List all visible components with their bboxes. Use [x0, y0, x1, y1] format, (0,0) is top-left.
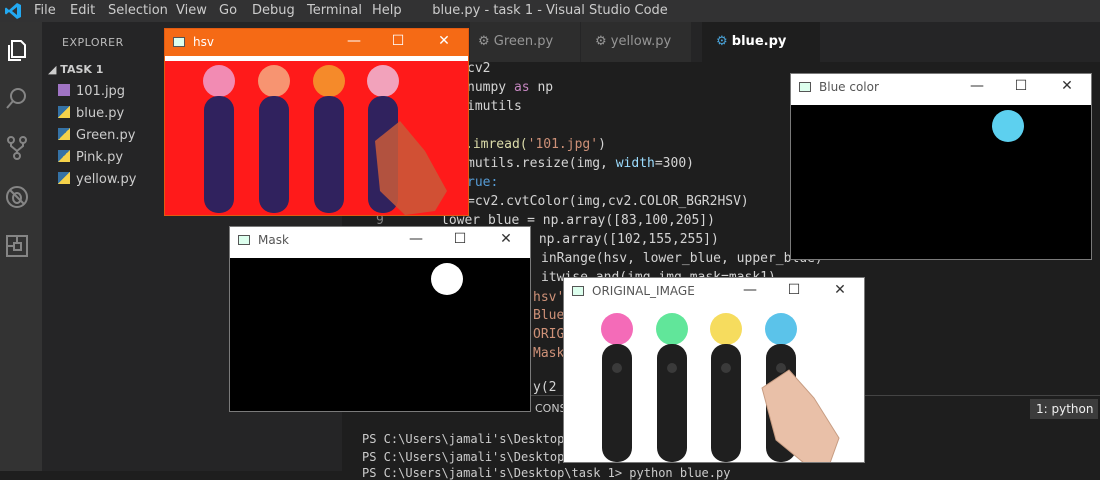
- file-item-101jpg[interactable]: 101.jpg: [58, 81, 125, 103]
- hsv-image: [165, 61, 468, 215]
- window-titlebar[interactable]: Blue color — ☐ ✕: [791, 74, 1091, 101]
- original-image-canvas: [564, 308, 864, 462]
- file-label: Pink.py: [76, 150, 124, 165]
- close-icon[interactable]: ✕: [832, 282, 848, 298]
- window-titlebar[interactable]: ORIGINAL_IMAGE — ☐ ✕: [564, 278, 864, 305]
- tab-label: blue.py: [731, 34, 787, 49]
- extensions-icon[interactable]: [4, 233, 30, 259]
- file-item-blue-py[interactable]: blue.py: [58, 103, 124, 125]
- code-line: ORIG: [533, 327, 565, 342]
- files-icon[interactable]: [4, 37, 30, 63]
- window-title: Mask: [258, 233, 289, 247]
- close-icon[interactable]: ✕: [498, 231, 514, 247]
- tab-console[interactable]: CONS: [535, 402, 567, 415]
- maximize-icon[interactable]: ☐: [786, 282, 802, 298]
- blue-blob: [992, 110, 1024, 142]
- source-control-icon[interactable]: [4, 135, 30, 161]
- close-icon[interactable]: ✕: [436, 33, 452, 49]
- controller-green: [656, 313, 688, 462]
- code-line: =cv2.cvtColor(img,cv2.COLOR_BGR2HSV): [467, 194, 749, 209]
- activity-bar: [0, 22, 42, 471]
- code-line: Blue: [533, 308, 565, 323]
- tab-yellow-py[interactable]: ⚙ yellow.py: [581, 22, 691, 62]
- mask-image: [230, 258, 530, 411]
- code-line: .imread('101.jpg'): [465, 137, 606, 152]
- controller-pink: [601, 313, 633, 462]
- mask-blob: [431, 263, 463, 295]
- terminal-line: PS C:\Users\jamali's\Desktop\: [362, 450, 572, 464]
- folder-header[interactable]: ◢ TASK 1: [48, 63, 103, 76]
- code-line: hsv': [533, 290, 565, 305]
- controller: [203, 65, 235, 213]
- terminal-line: PS C:\Users\jamali's\Desktop\task 1> pyt…: [362, 466, 731, 480]
- window-title: ORIGINAL_IMAGE: [592, 284, 695, 298]
- python-icon: [58, 172, 70, 184]
- maximize-icon[interactable]: ☐: [1013, 78, 1029, 94]
- tab-label: yellow.py: [610, 34, 672, 49]
- minimize-icon[interactable]: —: [969, 78, 985, 94]
- window-title: blue.py - task 1 - Visual Studio Code: [432, 3, 668, 18]
- file-item-green-py[interactable]: Green.py: [58, 125, 135, 147]
- window-icon: [572, 286, 584, 296]
- python-icon: ⚙: [595, 34, 607, 49]
- code-line: rue:: [467, 175, 499, 190]
- file-label: yellow.py: [76, 172, 137, 187]
- maximize-icon[interactable]: ☐: [452, 231, 468, 247]
- controller-yellow: [710, 313, 742, 462]
- blue-color-window[interactable]: Blue color — ☐ ✕: [790, 73, 1092, 260]
- hsv-image-canvas: [165, 61, 468, 215]
- controller: [258, 65, 290, 213]
- code-line: inRange(hsv, lower_blue, upper_blue): [541, 251, 823, 266]
- file-item-pink-py[interactable]: Pink.py: [58, 147, 123, 169]
- folder-name: TASK 1: [60, 63, 104, 76]
- window-titlebar[interactable]: hsv — ☐ ✕: [165, 29, 468, 56]
- search-icon[interactable]: [4, 86, 30, 112]
- code-line: Mask: [533, 346, 565, 361]
- title-bar: File Edit Selection View Go Debug Termin…: [0, 0, 1100, 22]
- image-icon: [58, 84, 70, 96]
- file-label: blue.py: [76, 106, 125, 121]
- original-image-window[interactable]: ORIGINAL_IMAGE — ☐ ✕: [563, 277, 865, 463]
- window-icon: [173, 37, 185, 47]
- code-line: np.array([102,155,255]): [531, 232, 719, 247]
- close-icon[interactable]: ✕: [1059, 78, 1075, 94]
- terminal-line: PS C:\Users\jamali's\Desktop\: [362, 432, 572, 446]
- mask-image-canvas: [230, 258, 530, 411]
- tab-label: Green.py: [493, 34, 554, 49]
- minimize-icon[interactable]: —: [742, 282, 758, 298]
- window-title: Blue color: [819, 80, 879, 94]
- debug-icon[interactable]: [4, 184, 30, 210]
- window-icon: [799, 82, 811, 92]
- python-icon: ⚙: [478, 34, 490, 49]
- tab-green-py[interactable]: ⚙ Green.py: [470, 22, 580, 62]
- python-icon: ⚙: [716, 34, 728, 49]
- file-item-yellow-py[interactable]: yellow.py: [58, 169, 136, 191]
- chevron-down-icon: ◢: [48, 63, 61, 76]
- file-label: Green.py: [76, 128, 136, 143]
- window-icon: [238, 235, 250, 245]
- mask-window[interactable]: Mask — ☐ ✕: [229, 226, 531, 412]
- minimize-icon[interactable]: —: [408, 231, 424, 247]
- tab-blue-py[interactable]: ⚙ blue.py ×: [702, 22, 820, 89]
- window-title: hsv: [193, 35, 214, 49]
- blue-color-image: [791, 105, 1091, 259]
- explorer-title: EXPLORER: [62, 36, 124, 49]
- python-icon: [58, 150, 70, 162]
- window-titlebar[interactable]: Mask — ☐ ✕: [230, 227, 530, 254]
- file-label: 101.jpg: [76, 84, 126, 99]
- terminal-select[interactable]: 1: python: [1030, 399, 1098, 419]
- blue-color-canvas: [791, 105, 1091, 259]
- original-image: [564, 308, 864, 462]
- maximize-icon[interactable]: ☐: [390, 33, 406, 49]
- code-line: mutils.resize(img, width=300): [467, 156, 694, 171]
- code-line: numpy as np: [467, 80, 554, 95]
- python-icon: [58, 106, 70, 118]
- code-line: imutils: [467, 99, 522, 114]
- minimize-icon[interactable]: —: [346, 33, 362, 49]
- python-icon: [58, 128, 70, 140]
- hsv-window[interactable]: hsv — ☐ ✕: [164, 28, 469, 216]
- code-line: cv2: [467, 61, 491, 76]
- code-line: y(2: [533, 380, 557, 395]
- controller: [313, 65, 345, 213]
